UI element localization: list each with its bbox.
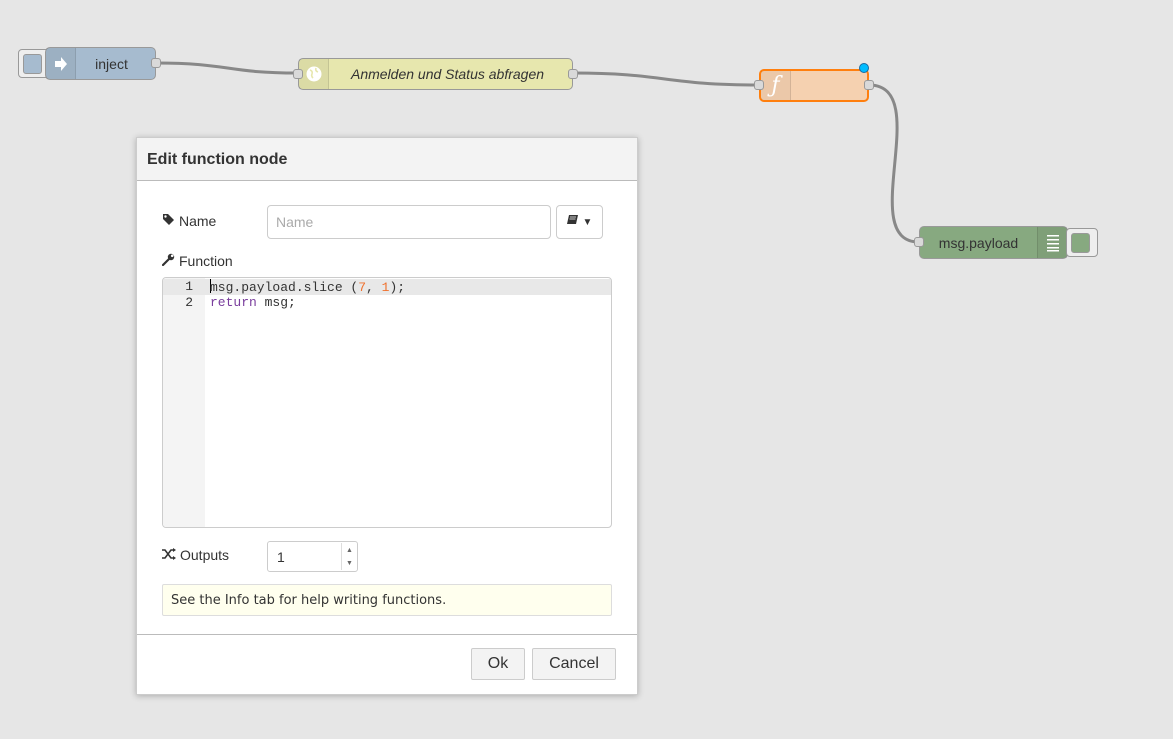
cancel-button[interactable]: Cancel: [532, 648, 616, 680]
http-output-port[interactable]: [568, 69, 578, 79]
shuffle-icon: [162, 547, 176, 563]
changed-indicator: [859, 63, 869, 73]
outputs-spinner[interactable]: 1 ▲ ▼: [267, 541, 358, 572]
debug-input-port[interactable]: [914, 237, 924, 247]
outputs-value[interactable]: 1: [277, 549, 285, 565]
code-text[interactable]: return msg;: [210, 295, 296, 311]
line-number: 1: [185, 279, 193, 294]
code-line[interactable]: 1 msg.payload.slice (7, 1);: [163, 279, 611, 295]
debug-toggle-button[interactable]: [1066, 228, 1098, 257]
function-output-port[interactable]: [864, 80, 874, 90]
ok-button[interactable]: Ok: [471, 648, 525, 680]
function-row-label: Function: [161, 253, 233, 269]
wrench-icon: [161, 253, 175, 269]
inject-output-port[interactable]: [151, 58, 161, 68]
help-tip: See the Info tab for help writing functi…: [162, 584, 612, 616]
function-icon: ƒ: [761, 71, 791, 100]
wire-function-to-debug[interactable]: [868, 83, 920, 244]
code-text[interactable]: msg.payload.slice (7, 1);: [210, 279, 405, 296]
function-node[interactable]: ƒ: [754, 63, 874, 102]
name-label: Name: [179, 213, 217, 229]
inject-icon: [46, 48, 76, 79]
name-row-label: Name: [162, 213, 216, 229]
library-dropdown-button[interactable]: ▼: [556, 205, 603, 239]
wire-inject-to-http[interactable]: [155, 61, 299, 75]
outputs-label: Outputs: [180, 547, 230, 563]
debug-node[interactable]: msg.payload: [914, 226, 1068, 259]
tag-icon: [162, 213, 175, 229]
book-icon: [566, 215, 579, 229]
http-input-port[interactable]: [293, 69, 303, 79]
inject-node[interactable]: inject: [45, 47, 161, 80]
globe-icon: [299, 59, 329, 89]
code-line[interactable]: 2 return msg;: [163, 295, 611, 311]
function-label: Function: [179, 253, 233, 269]
wire-http-to-function[interactable]: [572, 71, 760, 87]
spinner-up-arrow[interactable]: ▲: [341, 543, 357, 557]
dialog-title: Edit function node: [137, 138, 637, 181]
spinner-down-arrow[interactable]: ▼: [341, 556, 357, 570]
http-request-node[interactable]: Anmelden und Status abfragen: [293, 58, 578, 90]
footer-divider: [137, 634, 637, 635]
line-gutter: [163, 278, 205, 527]
http-node-label: Anmelden und Status abfragen: [350, 66, 545, 82]
name-input[interactable]: [267, 205, 551, 239]
inject-node-label: inject: [95, 55, 128, 72]
code-editor[interactable]: 1 msg.payload.slice (7, 1); 2 return msg…: [162, 277, 612, 528]
edit-function-dialog: Edit function node Name ▼ Function 1 msg…: [136, 137, 638, 695]
function-input-port[interactable]: [754, 80, 764, 90]
outputs-row-label: Outputs: [162, 547, 229, 563]
debug-list-icon: [1037, 227, 1067, 258]
caret-down-icon: ▼: [582, 216, 593, 228]
line-number: 2: [185, 295, 193, 310]
debug-node-label: msg.payload: [938, 234, 1019, 251]
